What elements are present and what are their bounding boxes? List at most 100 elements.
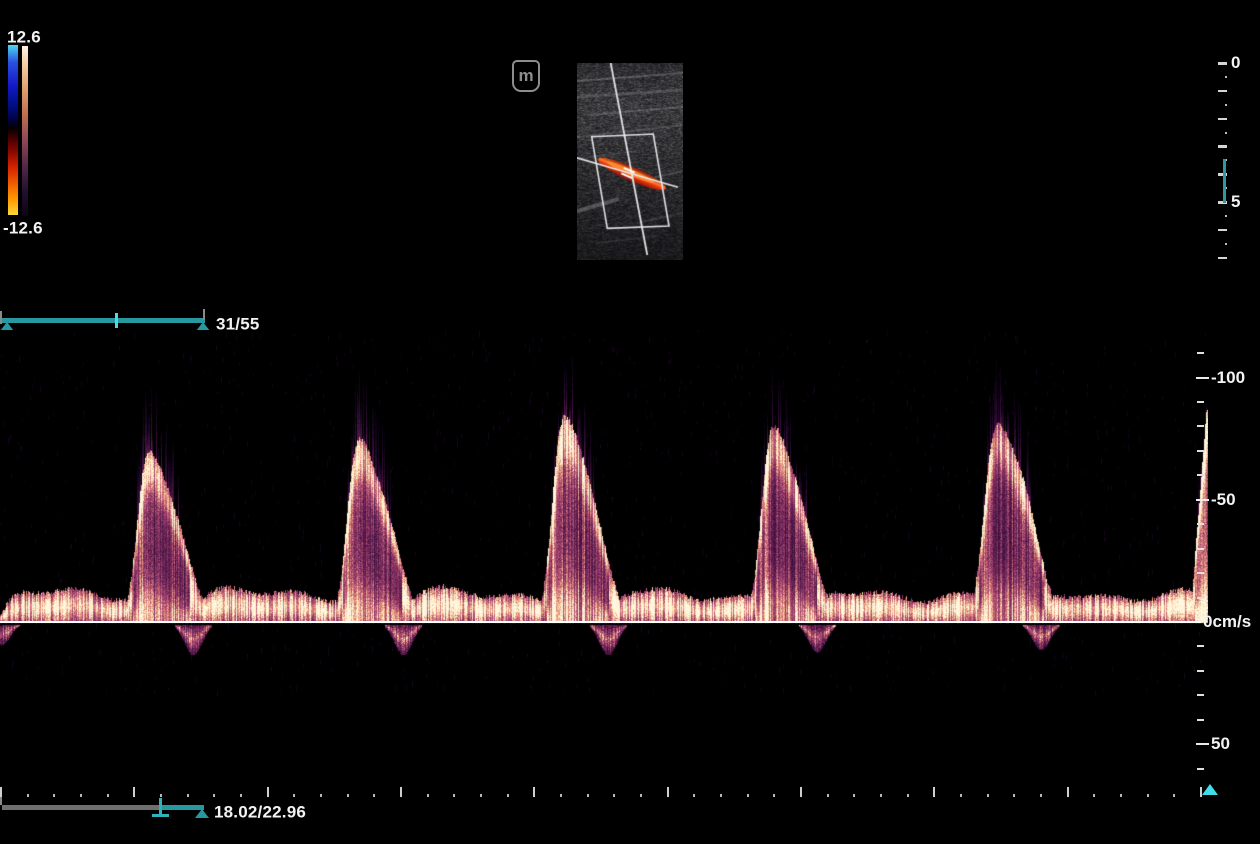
velocity-label: -50: [1211, 490, 1236, 510]
time-dot-tick: [480, 794, 482, 797]
time-dot-tick: [1173, 794, 1175, 797]
time-dot-tick: [720, 794, 722, 797]
time-dot-tick: [347, 794, 349, 797]
time-dot-tick: [453, 794, 455, 797]
velocity-minor-tick: [1197, 425, 1204, 427]
time-major-tick: [400, 787, 402, 797]
time-dot-tick: [80, 794, 82, 797]
ultrasound-screen: 12.6 -12.6 m 31/55 18.02/22.96 05-100-50…: [0, 0, 1260, 844]
velocity-minor-tick: [1197, 450, 1204, 452]
time-dot-tick: [213, 794, 215, 797]
velocity-label: -100: [1211, 368, 1245, 388]
time-bar-elapsed[interactable]: [2, 805, 161, 810]
time-window-end-handle[interactable]: [195, 809, 209, 818]
cine-bar-right-edge-tick: [203, 309, 205, 320]
time-dot-tick: [907, 794, 909, 797]
velocity-minor-tick: [1197, 572, 1204, 574]
cine-position-tick[interactable]: [115, 313, 118, 328]
depth-focus-marker[interactable]: [1223, 159, 1226, 203]
velocity-major-tick: [1196, 499, 1209, 501]
time-dot-tick: [987, 794, 989, 797]
velocity-minor-tick: [1197, 523, 1204, 525]
time-dot-tick: [880, 794, 882, 797]
time-counter: 18.02/22.96: [214, 804, 306, 821]
time-dot-tick: [853, 794, 855, 797]
spectral-colorbar: [22, 46, 28, 216]
time-dot-tick: [1147, 794, 1149, 797]
time-major-tick: [933, 787, 935, 797]
depth-dot: [1225, 132, 1227, 134]
time-dot-tick: [1120, 794, 1122, 797]
depth-dot: [1225, 76, 1227, 78]
time-major-tick: [0, 787, 2, 797]
time-dot-tick: [773, 794, 775, 797]
time-major-tick: [1067, 787, 1069, 797]
time-dot-tick: [613, 794, 615, 797]
time-dot-tick: [640, 794, 642, 797]
velocity-minor-tick: [1197, 548, 1204, 550]
time-dot-tick: [507, 794, 509, 797]
velocity-minor-tick: [1197, 352, 1204, 354]
depth-tick: [1218, 145, 1227, 148]
time-dot-tick: [373, 794, 375, 797]
time-window-start-base: [152, 814, 169, 817]
time-dot-tick: [27, 794, 29, 797]
time-major-tick: [533, 787, 535, 797]
time-dot-tick: [53, 794, 55, 797]
velocity-minor-tick: [1197, 645, 1204, 647]
time-dot-tick: [160, 794, 162, 797]
depth-dot: [1225, 104, 1227, 106]
velocity-major-tick: [1196, 377, 1209, 379]
velocity-label: 50: [1211, 734, 1230, 754]
time-dot-tick: [1093, 794, 1095, 797]
vendor-logo-letter: m: [518, 67, 533, 84]
velocity-minor-tick: [1197, 694, 1204, 696]
depth-dot: [1225, 215, 1227, 217]
depth-label: 5: [1231, 192, 1240, 212]
depth-tick: [1218, 118, 1227, 121]
velocity-label: 0cm/s: [1203, 612, 1251, 632]
time-major-tick: [667, 787, 669, 797]
bmode-thumbnail[interactable]: [577, 63, 683, 260]
doppler-colorbar: [8, 45, 18, 215]
cine-bar-fill[interactable]: [2, 318, 205, 323]
velocity-minor-tick: [1197, 401, 1204, 403]
time-dot-tick: [827, 794, 829, 797]
depth-tick: [1218, 229, 1227, 232]
velocity-minor-tick: [1197, 719, 1204, 721]
time-dot-tick: [960, 794, 962, 797]
time-dot-tick: [240, 794, 242, 797]
time-major-tick: [1200, 787, 1202, 797]
velocity-minor-tick: [1197, 474, 1204, 476]
depth-label: 0: [1231, 53, 1240, 73]
color-scale-min-label: -12.6: [3, 220, 43, 237]
time-dot-tick: [560, 794, 562, 797]
time-dot-tick: [293, 794, 295, 797]
doppler-baseline[interactable]: [0, 621, 1201, 623]
time-major-tick: [133, 787, 135, 797]
time-major-tick: [267, 787, 269, 797]
velocity-minor-tick: [1197, 670, 1204, 672]
depth-tick: [1218, 257, 1227, 260]
time-dot-tick: [187, 794, 189, 797]
velocity-major-tick: [1196, 743, 1209, 745]
velocity-minor-tick: [1197, 768, 1204, 770]
time-dot-tick: [587, 794, 589, 797]
color-scale-max-label: 12.6: [7, 29, 41, 46]
time-dot-tick: [427, 794, 429, 797]
time-dot-tick: [1040, 794, 1042, 797]
time-dot-tick: [747, 794, 749, 797]
sweep-position-marker: [1202, 784, 1218, 795]
spectral-doppler-display: [0, 330, 1208, 844]
time-dot-tick: [107, 794, 109, 797]
time-major-tick: [800, 787, 802, 797]
time-dot-tick: [320, 794, 322, 797]
time-dot-tick: [693, 794, 695, 797]
time-dot-tick: [1013, 794, 1015, 797]
vendor-logo-icon: m: [512, 60, 540, 92]
velocity-minor-tick: [1197, 597, 1204, 599]
depth-tick: [1218, 62, 1227, 65]
depth-dot: [1225, 243, 1227, 245]
time-window-start-handle[interactable]: [159, 798, 162, 815]
depth-tick: [1218, 90, 1227, 93]
